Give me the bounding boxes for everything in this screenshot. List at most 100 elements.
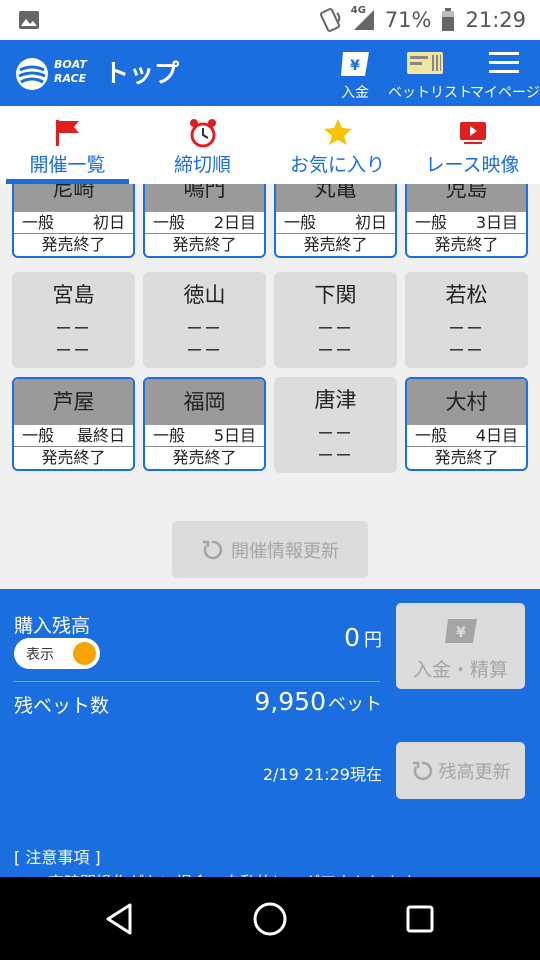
venue-card[interactable]: 下関 ーー ーー xyxy=(274,272,397,368)
star-icon xyxy=(323,119,352,145)
deposit-settle-button[interactable]: ¥ 入金・精算 xyxy=(396,603,525,689)
venue-card[interactable]: 徳山 ーー ーー xyxy=(143,272,266,368)
betlist-button[interactable]: ベットリスト xyxy=(388,46,472,104)
notice-title: [ 注意事項 ] xyxy=(14,848,101,867)
network-type: 4G xyxy=(350,5,366,16)
balance-timestamp: 2/19 21:29現在 xyxy=(262,765,382,784)
venue-day: 一般 最終日 xyxy=(14,425,133,447)
logo-mark-icon xyxy=(16,58,48,90)
venue-status: 発売終了 xyxy=(41,235,106,254)
vibrate-icon xyxy=(317,7,343,33)
balance-refresh-button[interactable]: 残高更新 xyxy=(396,742,525,799)
venue-day: 一般 初日 xyxy=(276,212,395,234)
toggle-knob xyxy=(73,642,96,665)
venue-name: 尼崎 xyxy=(14,184,133,212)
mypage-button[interactable]: マイページ xyxy=(470,46,540,104)
deposit-header-label: 入金 xyxy=(341,85,369,101)
venue-day: ーー xyxy=(317,424,354,443)
recents-button[interactable] xyxy=(400,899,440,939)
tab-favorites-label: お気に入り xyxy=(289,154,385,176)
deposit-settle-label: 入金・精算 xyxy=(412,659,508,681)
tab-deadline-label: 締切順 xyxy=(173,154,231,176)
back-button[interactable] xyxy=(100,899,140,939)
venue-status: ーー xyxy=(317,446,354,465)
venue-name: 宮島 xyxy=(52,283,95,307)
venue-day: ーー xyxy=(448,319,485,338)
venue-card[interactable]: 尼崎 一般 初日 発売終了 xyxy=(12,184,135,258)
app-header: BOAT RACE トップ ¥ 入金 ベットリスト マイページ xyxy=(0,40,540,106)
venue-card[interactable]: 唐津 ーー ーー xyxy=(274,377,397,473)
refresh-info-label: 開催情報更新 xyxy=(231,540,339,562)
video-icon xyxy=(459,122,486,144)
bets-label: 残ベット数 xyxy=(14,695,110,717)
venue-name: 大村 xyxy=(407,379,526,425)
betlist-label: ベットリスト xyxy=(388,85,472,101)
venue-day: 一般 5日目 xyxy=(145,425,264,447)
refresh-icon xyxy=(203,540,223,559)
venue-name: 児島 xyxy=(407,184,526,212)
alarm-clock-icon xyxy=(189,119,216,148)
venue-status: ーー xyxy=(55,341,92,360)
venue-day: ーー xyxy=(317,319,354,338)
logo-text: BOAT RACE xyxy=(54,58,87,85)
tab-race-video-label: レース映像 xyxy=(425,154,520,176)
venue-name: 徳山 xyxy=(183,283,226,307)
deposit-header-button[interactable]: ¥ 入金 xyxy=(332,46,378,104)
divider xyxy=(14,681,380,682)
venue-card[interactable]: 丸亀 一般 初日 発売終了 xyxy=(274,184,397,258)
home-icon xyxy=(253,902,287,936)
tab-bar: 開催一覧 締切順 お気に入り レース映像 xyxy=(0,106,540,184)
venue-status: ーー xyxy=(317,341,354,360)
toggle-label: 表示 xyxy=(26,647,54,663)
venue-status: 発売終了 xyxy=(172,235,237,254)
balance-title: 購入残高 xyxy=(14,615,91,637)
mypage-label: マイページ xyxy=(470,85,540,101)
venue-card[interactable]: 鳴門 一般 2日目 発売終了 xyxy=(143,184,266,258)
menu-icon xyxy=(489,52,519,73)
signal-icon: 4G xyxy=(351,5,375,31)
venue-name: 芦屋 xyxy=(14,379,133,425)
venue-day: 一般 初日 xyxy=(14,212,133,234)
venue-status: 発売終了 xyxy=(303,235,368,254)
tab-favorites[interactable]: お気に入り xyxy=(270,106,405,184)
svg-text:¥: ¥ xyxy=(350,58,360,74)
venue-card[interactable]: 大村 一般 4日目 発売終了 xyxy=(405,377,528,471)
venue-name: 唐津 xyxy=(314,388,357,412)
yen-card-icon: ¥ xyxy=(444,619,477,643)
flag-icon xyxy=(55,120,79,146)
venue-status: 発売終了 xyxy=(434,448,499,467)
balance-refresh-label: 残高更新 xyxy=(438,761,511,783)
status-bar: 4G 71% 21:29 xyxy=(0,0,540,40)
venue-card[interactable]: 福岡 一般 5日目 発売終了 xyxy=(143,377,266,471)
svg-text:¥: ¥ xyxy=(456,625,466,641)
ticket-icon xyxy=(407,52,443,74)
venue-card[interactable]: 若松 ーー ーー xyxy=(405,272,528,368)
balance-visibility-toggle[interactable]: 表示 xyxy=(14,638,100,669)
venue-grid: 尼崎 一般 初日 発売終了 鳴門 一般 2日目 発売終了 丸亀 一般 初日 発売終了 … xyxy=(0,184,540,589)
venue-status: 発売終了 xyxy=(172,448,237,467)
tab-race-video[interactable]: レース映像 xyxy=(405,106,540,184)
bets-value: 9,950 ベット xyxy=(254,687,382,716)
venue-status: 発売終了 xyxy=(41,448,106,467)
venue-day: 一般 3日目 xyxy=(407,212,526,234)
venue-day: 一般 4日目 xyxy=(407,425,526,447)
tab-venues[interactable]: 開催一覧 xyxy=(0,106,135,184)
tab-deadline[interactable]: 締切順 xyxy=(135,106,270,184)
system-nav-bar xyxy=(0,877,540,960)
venue-card[interactable]: 児島 一般 3日目 発売終了 xyxy=(405,184,528,258)
venue-card[interactable]: 宮島 ーー ーー xyxy=(12,272,135,368)
boatrace-logo[interactable]: BOAT RACE xyxy=(14,56,90,92)
venue-name: 鳴門 xyxy=(145,184,264,212)
venue-card[interactable]: 芦屋 一般 最終日 発売終了 xyxy=(12,377,135,471)
back-icon xyxy=(106,903,132,935)
venue-status: ーー xyxy=(186,341,223,360)
balance-amount: 0円 xyxy=(344,623,382,652)
home-button[interactable] xyxy=(250,899,290,939)
tab-venues-label: 開催一覧 xyxy=(29,154,106,176)
account-panel: 購入残高 表示 0円 残ベット数 9,950 ベット ¥ 入金・精算 2/19 2… xyxy=(0,589,540,878)
clock: 21:29 xyxy=(465,8,526,32)
yen-card-icon: ¥ xyxy=(341,52,369,76)
battery-percent: 71% xyxy=(384,8,432,32)
venue-status: ーー xyxy=(448,341,485,360)
refresh-info-button[interactable]: 開催情報更新 xyxy=(172,521,368,578)
